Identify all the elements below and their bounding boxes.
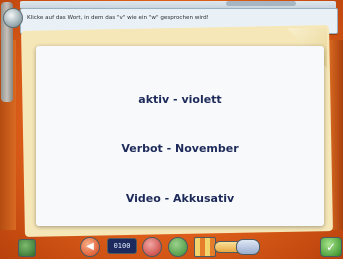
instruction-text: Klicke auf das Wort, in dem das "v" wie … — [27, 15, 209, 21]
hint-icon[interactable] — [142, 237, 162, 257]
option-1[interactable]: aktiv - violett — [36, 93, 324, 106]
option-3[interactable]: Video - Akkusativ — [36, 192, 324, 205]
arrow-left-icon[interactable]: ◀ — [80, 237, 100, 257]
top-bar-scroll-thumb[interactable] — [226, 1, 296, 6]
speech-bubble-icon[interactable] — [236, 239, 260, 255]
speaker-button-icon[interactable] — [168, 237, 188, 257]
arrow-glyph: ◀ — [86, 241, 94, 252]
bottom-toolbar: ◀ 0100 ✓ — [0, 235, 343, 259]
house-icon[interactable] — [18, 239, 36, 257]
score-counter: 0100 — [107, 238, 137, 254]
answer-card: aktiv - violett Verbot - November Video … — [36, 46, 324, 226]
books-icon[interactable] — [194, 237, 216, 257]
check-icon[interactable]: ✓ — [320, 237, 342, 257]
speaker-icon[interactable] — [3, 8, 23, 28]
option-2[interactable]: Verbot - November — [36, 142, 324, 155]
check-glyph: ✓ — [325, 240, 337, 254]
